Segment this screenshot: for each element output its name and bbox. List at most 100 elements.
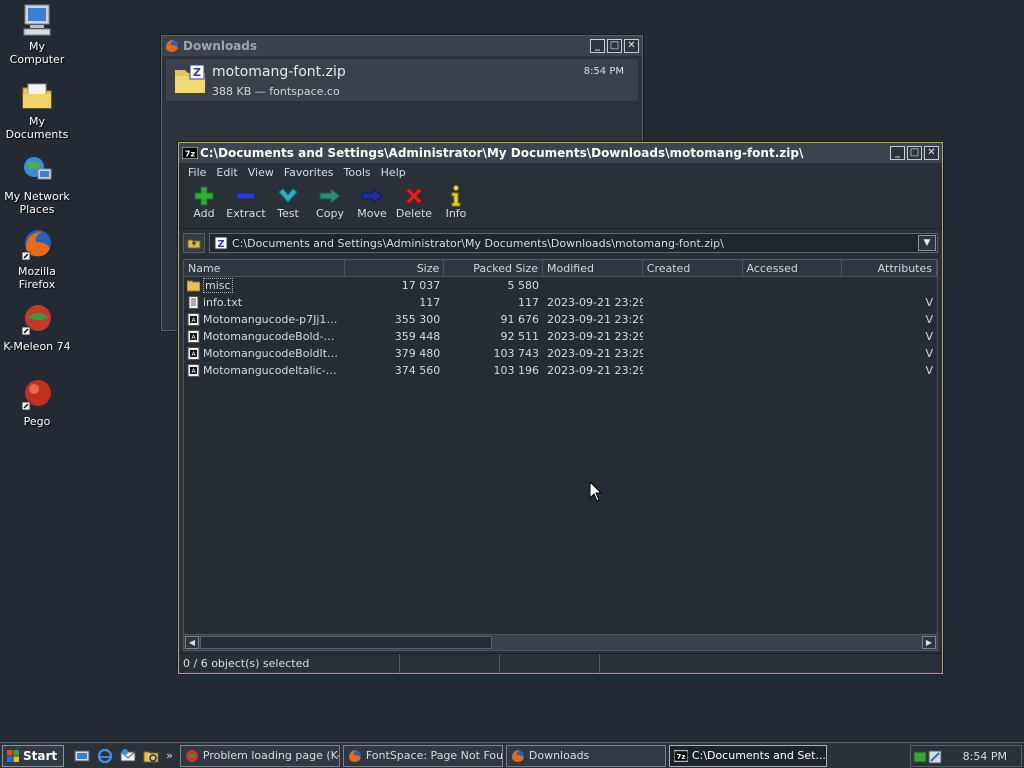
file-modified: 2023-09-21 23:29 — [547, 296, 643, 309]
firefox-icon — [165, 39, 179, 53]
menu-edit[interactable]: Edit — [211, 166, 242, 179]
internet-explorer-icon[interactable] — [97, 748, 113, 764]
delete-button[interactable]: Delete — [393, 181, 435, 228]
status-selection: 0 / 6 object(s) selected — [179, 654, 400, 673]
column-name[interactable]: Name — [184, 260, 345, 276]
scroll-left-button[interactable]: ◀ — [185, 636, 199, 649]
show-desktop-icon[interactable] — [74, 748, 90, 764]
info-icon — [435, 185, 477, 207]
file-size: 117 — [419, 296, 441, 309]
file-attributes: V — [925, 364, 933, 377]
list-item[interactable]: misc 17 037 5 580 — [184, 277, 937, 294]
file-attributes: V — [925, 313, 933, 326]
test-icon — [267, 185, 309, 207]
maximize-button[interactable]: □ — [907, 146, 922, 160]
status-pane-4 — [600, 654, 942, 673]
list-item[interactable]: A Motomangucode-p7Jj1.ttf 355 300 91 676… — [184, 311, 937, 328]
test-label: Test — [277, 207, 299, 220]
quick-launch-more-icon[interactable]: » — [166, 749, 173, 762]
file-name: misc — [203, 278, 233, 293]
extract-icon — [225, 185, 267, 207]
7zip-titlebar[interactable]: 7z C:\Documents and Settings\Administrat… — [179, 143, 942, 163]
list-item[interactable]: A MotomangucodeItalic-DO... 374 560 103 … — [184, 362, 937, 379]
minimize-button[interactable]: _ — [890, 146, 905, 160]
desktop-icon-mozilla-firefox[interactable]: Mozilla Firefox — [0, 228, 74, 291]
desktop-icon-k-meleon[interactable]: K-Meleon 74 — [0, 303, 74, 353]
folder-up-icon — [187, 239, 201, 249]
status-bar: 0 / 6 object(s) selected — [179, 653, 942, 673]
windows-logo-icon — [7, 749, 19, 762]
file-packed-size: 5 580 — [507, 279, 540, 292]
menu-file[interactable]: File — [183, 166, 211, 179]
outlook-express-icon[interactable] — [120, 748, 136, 764]
extract-button[interactable]: Extract — [225, 181, 267, 228]
copy-icon — [309, 185, 351, 207]
firefox-icon — [511, 749, 524, 762]
file-modified: 2023-09-21 23:29 — [547, 347, 643, 360]
clock: 8:54 PM — [962, 749, 1007, 763]
desktop-icon-my-network-places[interactable]: My Network Places — [0, 153, 74, 216]
desktop-icon-my-computer[interactable]: My Computer — [0, 3, 74, 66]
k-meleon-icon — [20, 303, 54, 337]
move-button[interactable]: Move — [351, 181, 393, 228]
test-button[interactable]: Test — [267, 181, 309, 228]
column-accessed[interactable]: Accessed — [743, 260, 843, 276]
file-packed-size: 91 676 — [500, 313, 540, 326]
maximize-button[interactable]: □ — [607, 39, 622, 53]
list-item[interactable]: A MotomangucodeBold-3zde... 359 448 92 5… — [184, 328, 937, 345]
taskbar-item-7zip[interactable]: 7z C:\Documents and Set... — [668, 744, 827, 767]
scroll-thumb[interactable] — [200, 636, 492, 649]
file-list[interactable]: Name Size Packed Size Modified Created A… — [183, 259, 938, 651]
file-name: info.txt — [203, 296, 243, 309]
close-button[interactable]: ✕ — [624, 39, 639, 53]
copy-button[interactable]: Copy — [309, 181, 351, 228]
start-button[interactable]: Start — [2, 744, 65, 767]
desktop-icon-label: My Computer — [9, 40, 65, 66]
file-attributes: V — [925, 330, 933, 343]
zip-file-icon: Z — [174, 64, 206, 94]
file-modified: 2023-09-21 23:29 — [547, 364, 643, 377]
downloads-titlebar[interactable]: Downloads _ □ ✕ — [162, 36, 642, 56]
horizontal-scrollbar[interactable]: ◀ ▶ — [184, 634, 937, 650]
download-item[interactable]: Z motomang-font.zip 388 KB — fontspace.c… — [166, 59, 638, 101]
taskbar-item-label: Problem loading page (K-... — [202, 749, 340, 762]
add-button[interactable]: Add — [183, 181, 225, 228]
taskbar-item-fontspace[interactable]: FontSpace: Page Not Fou... — [342, 744, 503, 767]
file-packed-size: 103 196 — [493, 364, 540, 377]
path-combobox[interactable]: Z C:\Documents and Settings\Administrato… — [209, 233, 938, 253]
file-size: 17 037 — [401, 279, 441, 292]
list-item[interactable]: A MotomangucodeBoldItalic-... 379 480 10… — [184, 345, 937, 362]
menu-help[interactable]: Help — [376, 166, 411, 179]
column-created[interactable]: Created — [643, 260, 743, 276]
tray-icons[interactable] — [913, 749, 943, 765]
taskbar-item-k-meleon[interactable]: Problem loading page (K-... — [179, 744, 340, 767]
desktop-icon-my-documents[interactable]: My Documents — [0, 78, 74, 141]
taskbar-item-label: FontSpace: Page Not Fou... — [365, 749, 503, 762]
list-item[interactable]: info.txt 117 117 2023-09-21 23:29 V — [184, 294, 937, 311]
7zip-file-manager-window[interactable]: 7z C:\Documents and Settings\Administrat… — [178, 142, 943, 674]
explorer-icon[interactable] — [143, 748, 159, 764]
add-icon — [183, 185, 225, 207]
taskbar-item-downloads[interactable]: Downloads — [505, 744, 666, 767]
downloads-title: Downloads — [183, 39, 258, 53]
scroll-right-button[interactable]: ▶ — [922, 636, 936, 649]
system-tray: 8:54 PM — [910, 745, 1022, 767]
chevron-down-icon[interactable]: ▼ — [918, 235, 936, 251]
close-button[interactable]: ✕ — [924, 146, 939, 160]
download-filename: motomang-font.zip — [212, 64, 346, 80]
column-attributes[interactable]: Attributes — [842, 260, 937, 276]
documents-folder-icon — [20, 78, 54, 112]
svg-text:Z: Z — [217, 239, 224, 250]
menu-favorites[interactable]: Favorites — [279, 166, 339, 179]
info-button[interactable]: Info — [435, 181, 477, 228]
desktop-icon-pego[interactable]: Pego — [0, 378, 74, 428]
minimize-button[interactable]: _ — [590, 39, 605, 53]
column-size[interactable]: Size — [345, 260, 445, 276]
column-modified[interactable]: Modified — [543, 260, 643, 276]
menu-view[interactable]: View — [243, 166, 279, 179]
menu-tools[interactable]: Tools — [339, 166, 376, 179]
text-file-icon — [188, 296, 199, 309]
folder-up-button[interactable] — [183, 233, 205, 253]
file-name: MotomangucodeItalic-DO... — [203, 364, 341, 377]
column-packed-size[interactable]: Packed Size — [444, 260, 544, 276]
